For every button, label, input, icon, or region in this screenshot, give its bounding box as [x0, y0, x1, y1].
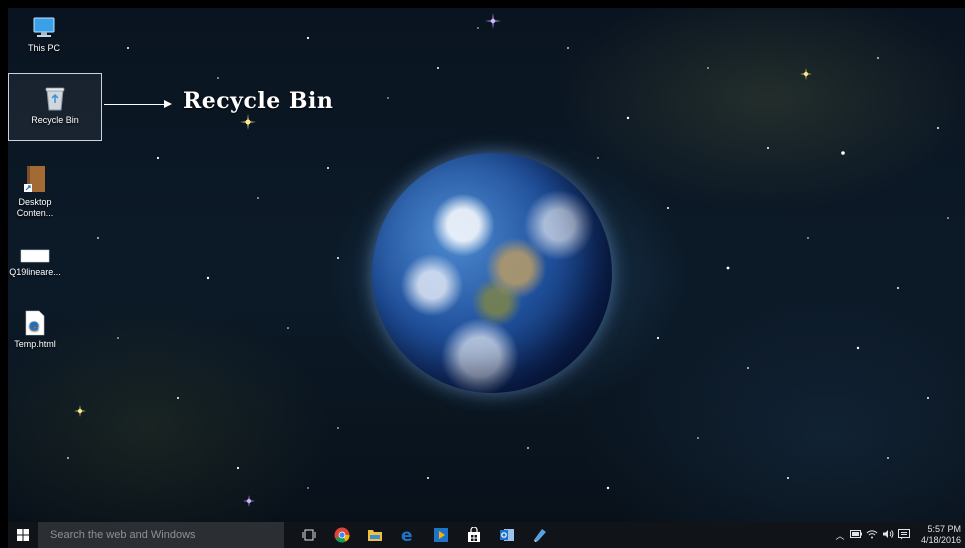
- taskbar-app-file-explorer[interactable]: [358, 522, 391, 548]
- chevron-up-icon[interactable]: ︿: [833, 529, 847, 542]
- svg-text:e: e: [29, 316, 39, 334]
- windows-logo-icon: [17, 529, 29, 541]
- callout-label: Recycle Bin: [183, 88, 334, 114]
- desktop-icon-label: Temp.html: [14, 339, 56, 349]
- desktop-icon-label: Recycle Bin: [31, 115, 79, 125]
- taskbar-app-chrome[interactable]: [325, 522, 358, 548]
- search-box[interactable]: Search the web and Windows: [38, 522, 284, 548]
- taskbar-app-pen[interactable]: [523, 522, 556, 548]
- chrome-icon: [334, 527, 350, 543]
- volume-icon[interactable]: [881, 529, 895, 541]
- desktop-icon-this-pc[interactable]: This PC: [9, 16, 79, 54]
- desktop-icon-label: Q19lineare...: [9, 267, 61, 277]
- desktop-icon-temp-html[interactable]: e Temp.html: [8, 310, 70, 350]
- desktop-icon-recycle-bin[interactable]: Recycle Bin: [20, 84, 90, 126]
- file-explorer-icon: [367, 530, 382, 541]
- taskbar-app-edge[interactable]: e: [391, 522, 424, 548]
- taskbar-app-media[interactable]: [424, 522, 457, 548]
- desktop-icon-q19lineare[interactable]: Q19lineare...: [8, 248, 70, 278]
- start-button[interactable]: [8, 522, 38, 548]
- callout-line: [104, 104, 166, 105]
- desktop-icon-label: This PC: [27, 43, 60, 53]
- media-player-icon: [433, 528, 448, 542]
- wifi-icon[interactable]: [865, 529, 879, 541]
- task-view-icon: [302, 529, 315, 541]
- action-center-icon[interactable]: [897, 528, 911, 542]
- outlook-icon: [499, 529, 514, 541]
- taskbar-app-store[interactable]: [457, 522, 490, 548]
- edge-html-file-icon: e: [25, 310, 45, 336]
- edge-icon: e: [401, 527, 413, 543]
- pen-app-icon: [533, 529, 546, 542]
- recycle-bin-icon: [45, 87, 65, 111]
- desktop-content-folder-icon: [24, 166, 45, 192]
- document-thumbnail-icon: [20, 249, 50, 263]
- svg-text:e: e: [401, 527, 413, 543]
- this-pc-icon: [33, 17, 55, 37]
- clock-date: 4/18/2016: [920, 535, 961, 545]
- earth-wallpaper: [372, 153, 612, 393]
- clock-time: 5:57 PM: [927, 524, 961, 534]
- desktop-icon-label: Desktop Conten...: [16, 197, 54, 218]
- desktop-icon-desktop-content[interactable]: Desktop Conten...: [8, 164, 70, 219]
- taskbar: Search the web and Windows e ︿ 5:57 PM 4…: [8, 522, 965, 548]
- clock[interactable]: 5:57 PM 4/18/2016: [921, 524, 961, 546]
- battery-icon[interactable]: [849, 530, 863, 540]
- system-tray: ︿ 5:57 PM 4/18/2016: [833, 522, 965, 548]
- taskbar-app-outlook[interactable]: [490, 522, 523, 548]
- callout-arrow-icon: [164, 100, 172, 108]
- task-view-button[interactable]: [292, 522, 325, 548]
- desktop[interactable]: This PC Recycle Bin Desktop Conten... Q1…: [8, 8, 965, 548]
- store-icon: [467, 527, 480, 542]
